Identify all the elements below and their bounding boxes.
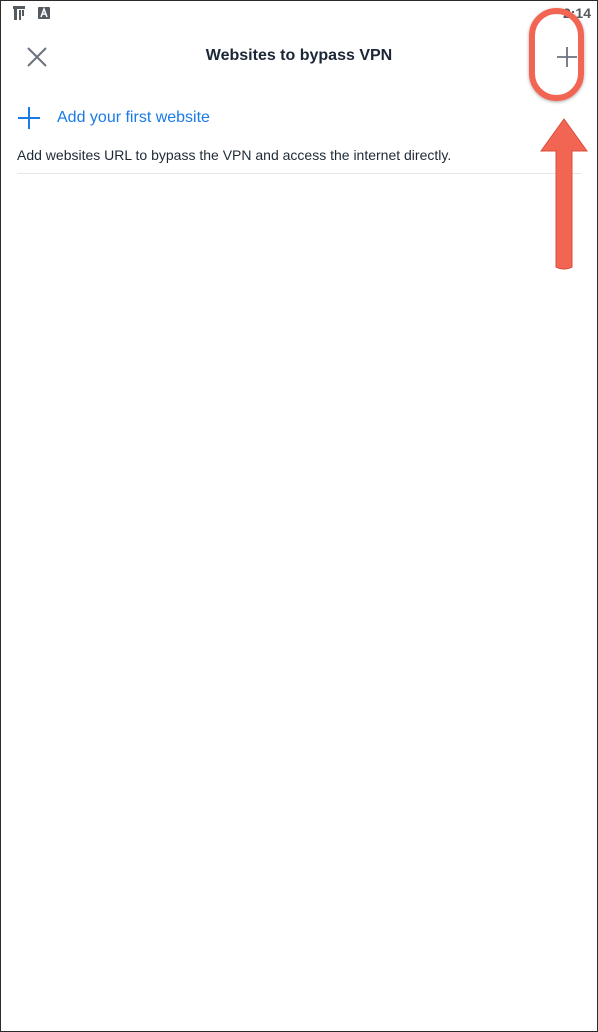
add-first-website-label: Add your first website [57, 109, 210, 126]
font-notification-icon [38, 7, 50, 19]
add-first-website-button[interactable]: Add your first website [17, 103, 210, 133]
pointer-arrow-icon [540, 118, 588, 270]
status-bar: 2:14 [1, 1, 597, 25]
header: Websites to bypass VPN [1, 29, 597, 85]
tools-notification-icon [13, 6, 25, 20]
divider [17, 173, 581, 174]
app-screen: 2:14 Websites to bypass VPN Add your fir… [0, 0, 598, 1032]
add-plus-icon [18, 107, 40, 129]
page-title: Websites to bypass VPN [205, 47, 393, 64]
bypass-description: Add websites URL to bypass the VPN and a… [17, 147, 452, 163]
highlight-oval [529, 8, 584, 101]
